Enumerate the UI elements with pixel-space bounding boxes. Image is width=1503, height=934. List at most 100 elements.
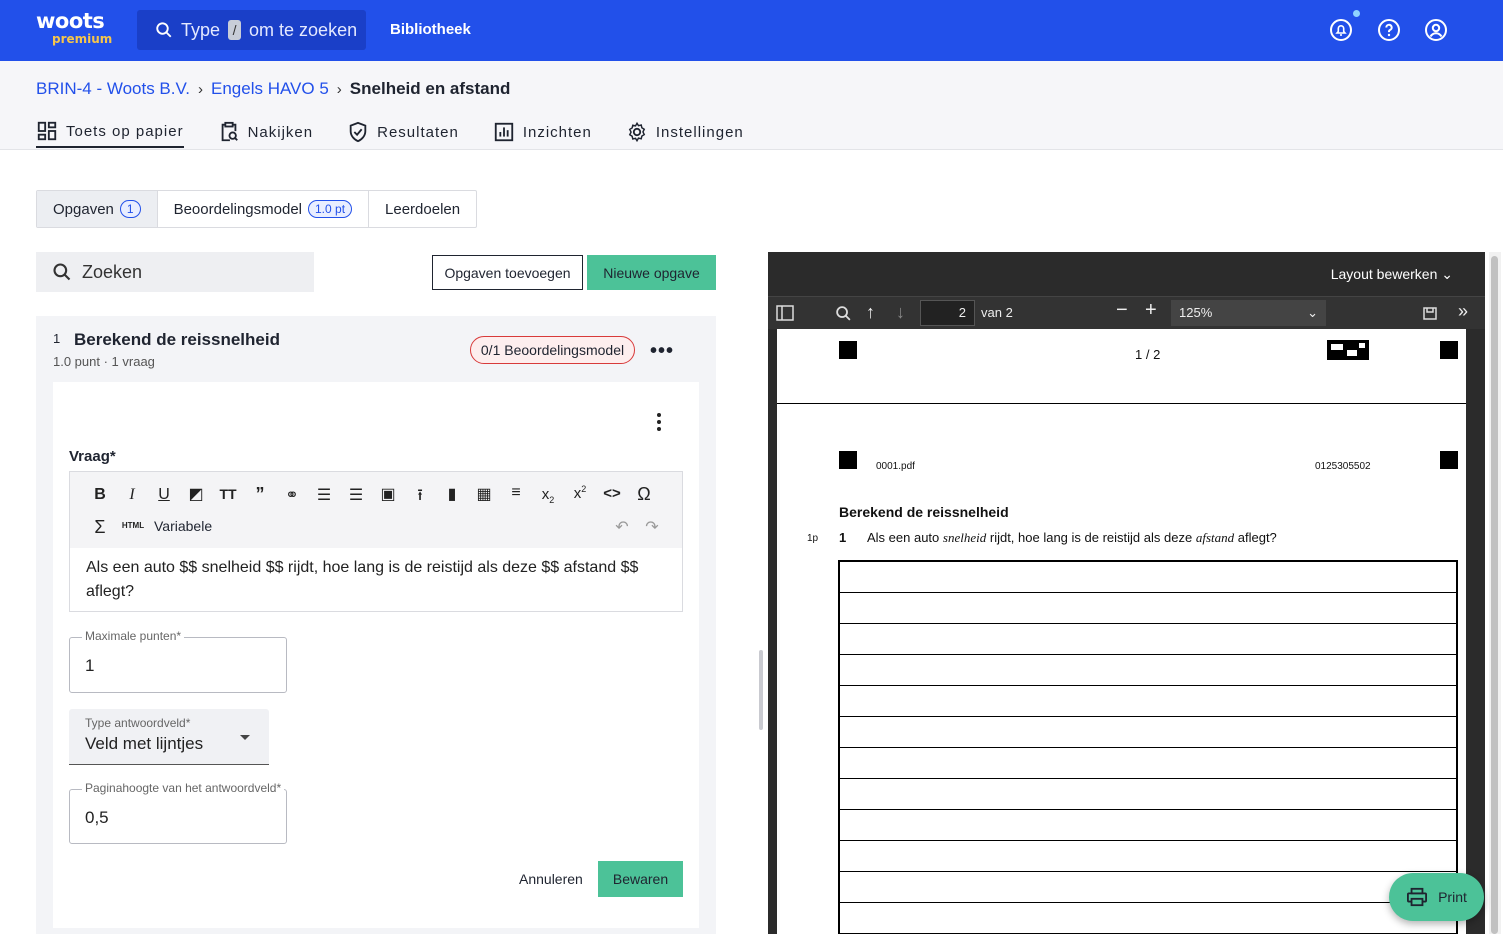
bold-icon[interactable]: B [88,486,112,504]
logo-main: woots [36,9,105,33]
max-points-value: 1 [85,656,95,675]
formula-icon[interactable]: Σ [88,517,112,538]
save-button[interactable]: Bewaren [598,861,683,897]
link-icon[interactable]: ⚭ [280,485,304,505]
tab-toets-op-papier[interactable]: Toets op papier [36,116,184,148]
corner-marker [1440,341,1458,359]
notification-bell-icon[interactable] [1329,18,1353,42]
breadcrumb-course[interactable]: Engels HAVO 5 [211,79,329,99]
tab-inzichten[interactable]: Inzichten [493,116,626,148]
segment-beoordelingsmodel[interactable]: Beoordelingsmodel 1.0 pt [158,191,370,227]
pdf-variable: snelheid [942,530,987,545]
question-meta: 1.0 punt · 1 vraag [53,354,155,369]
woots-logo[interactable]: woots premium [36,10,112,46]
more-options-button[interactable]: ••• [650,340,674,363]
pdf-code: 0125305502 [1315,461,1371,472]
layout-edit-button[interactable]: Layout bewerken ⌄ [1331,266,1453,283]
nav-tabs: Toets op papier Nakijken Resultaten Inzi… [36,116,778,148]
subscript-icon[interactable]: x2 [536,486,560,505]
chevron-down-icon: ⌄ [1441,266,1453,282]
answer-line [840,655,1456,686]
scrollbar-thumb[interactable] [1491,256,1498,934]
tab-instellingen[interactable]: Instellingen [626,116,778,148]
kebab-menu-icon[interactable] [652,412,666,432]
question-search-input[interactable]: Zoeken [36,252,314,292]
tab-label: Nakijken [247,123,314,141]
page-number-input[interactable]: 2 [920,300,975,326]
gear-icon [628,121,646,143]
print-button[interactable]: Print [1389,873,1484,921]
segment-opgaven[interactable]: Opgaven 1 [37,191,158,227]
panel-resize-handle[interactable] [759,650,763,730]
editor-toolbar: B I U ◩ TT ” ⚭ ☰ ☰ ▣ ⭱ ▮ ▦ ≡ x2 x2 <> Ω … [70,472,682,548]
global-search[interactable]: Type / om te zoeken [137,10,366,50]
max-points-label: Maximale punten* [82,629,185,643]
redo-icon[interactable]: ↷ [640,517,664,537]
zoom-select[interactable]: 125% ⌄ [1171,300,1326,326]
points-badge: 1.0 pt [308,200,353,218]
variable-button[interactable]: Variabele [154,518,212,534]
search-icon[interactable] [835,305,852,322]
sidebar-toggle-icon[interactable] [776,305,794,321]
next-page-icon[interactable]: ↓ [896,302,905,323]
segment-label: Leerdoelen [385,200,461,218]
max-points-field[interactable] [69,637,287,693]
superscript-icon[interactable]: x2 [568,484,592,502]
new-question-button[interactable]: Nieuwe opgave [587,255,716,290]
account-icon[interactable] [1424,18,1448,42]
segment-leerdoelen[interactable]: Leerdoelen [369,191,476,227]
quote-icon[interactable]: ” [248,484,272,505]
breadcrumb-separator: › [336,80,342,98]
italic-icon[interactable]: I [120,486,144,504]
previous-page-icon[interactable]: ↑ [866,302,875,323]
barcode-icon [1327,340,1369,360]
cancel-button[interactable]: Annuleren [519,871,583,887]
align-icon[interactable]: ≡ [504,484,528,502]
table-icon[interactable]: ▦ [472,484,496,504]
page-scrollbar[interactable] [1489,252,1501,934]
special-character-icon[interactable]: Ω [632,484,656,505]
segment-tabs: Opgaven 1 Beoordelingsmodel 1.0 pt Leerd… [36,190,478,228]
rubric-status-badge[interactable]: 0/1 Beoordelingsmodel [470,336,635,364]
zoom-in-icon[interactable]: + [1145,299,1157,322]
tab-nakijken[interactable]: Nakijken [218,116,348,148]
code-icon[interactable]: <> [600,485,624,502]
html-icon[interactable]: HTML [118,521,148,530]
library-link[interactable]: Bibliotheek [390,21,471,38]
search-suffix: om te zoeken [249,19,358,40]
tab-label: Toets op papier [66,122,184,140]
pdf-filename: 0001.pdf [876,461,915,472]
answer-line [840,686,1456,717]
page-height-label: Paginahoogte van het antwoordveld* [82,781,285,795]
answer-line [840,748,1456,779]
question-title[interactable]: Berekend de reissnelheid [74,330,280,350]
count-badge: 1 [119,200,141,218]
save-pdf-icon[interactable] [1422,305,1438,321]
pdf-text-part: aflegt? [1237,530,1277,545]
upload-icon[interactable]: ⭱ [408,484,432,511]
add-questions-button[interactable]: Opgaven toevoegen [432,255,583,290]
shield-check-icon [349,121,367,143]
tab-resultaten[interactable]: Resultaten [347,116,493,148]
pdf-page: 1 / 2 0001.pdf 0125305502 Berekend de re… [777,329,1466,934]
help-icon[interactable] [1377,18,1401,42]
microphone-icon[interactable]: ▮ [440,484,464,504]
pdf-text-part: Als een auto [867,530,940,545]
breadcrumb-school[interactable]: BRIN-4 - Woots B.V. [36,79,190,99]
undo-icon[interactable]: ↶ [610,517,634,537]
numbered-list-icon[interactable]: ☰ [312,485,336,505]
image-icon[interactable]: ▣ [376,484,400,504]
bullet-list-icon[interactable]: ☰ [344,485,368,505]
layout-edit-label: Layout bewerken [1330,266,1438,282]
zoom-out-icon[interactable]: − [1116,299,1128,322]
more-tools-icon[interactable]: » [1458,301,1468,322]
answer-line [840,593,1456,624]
answer-type-select[interactable]: Type antwoordveld* Veld met lijntjes [69,709,269,765]
answer-type-value: Veld met lijntjes [85,734,204,753]
answer-type-label: Type antwoordveld* [85,716,191,730]
text-size-icon[interactable]: TT [216,486,240,502]
question-text[interactable]: Als een auto $$ snelheid $$ rijdt, hoe l… [86,556,666,604]
rich-text-editor: B I U ◩ TT ” ⚭ ☰ ☰ ▣ ⭱ ▮ ▦ ≡ x2 x2 <> Ω … [69,471,683,612]
underline-icon[interactable]: U [152,486,176,504]
fill-color-icon[interactable]: ◩ [184,484,208,504]
